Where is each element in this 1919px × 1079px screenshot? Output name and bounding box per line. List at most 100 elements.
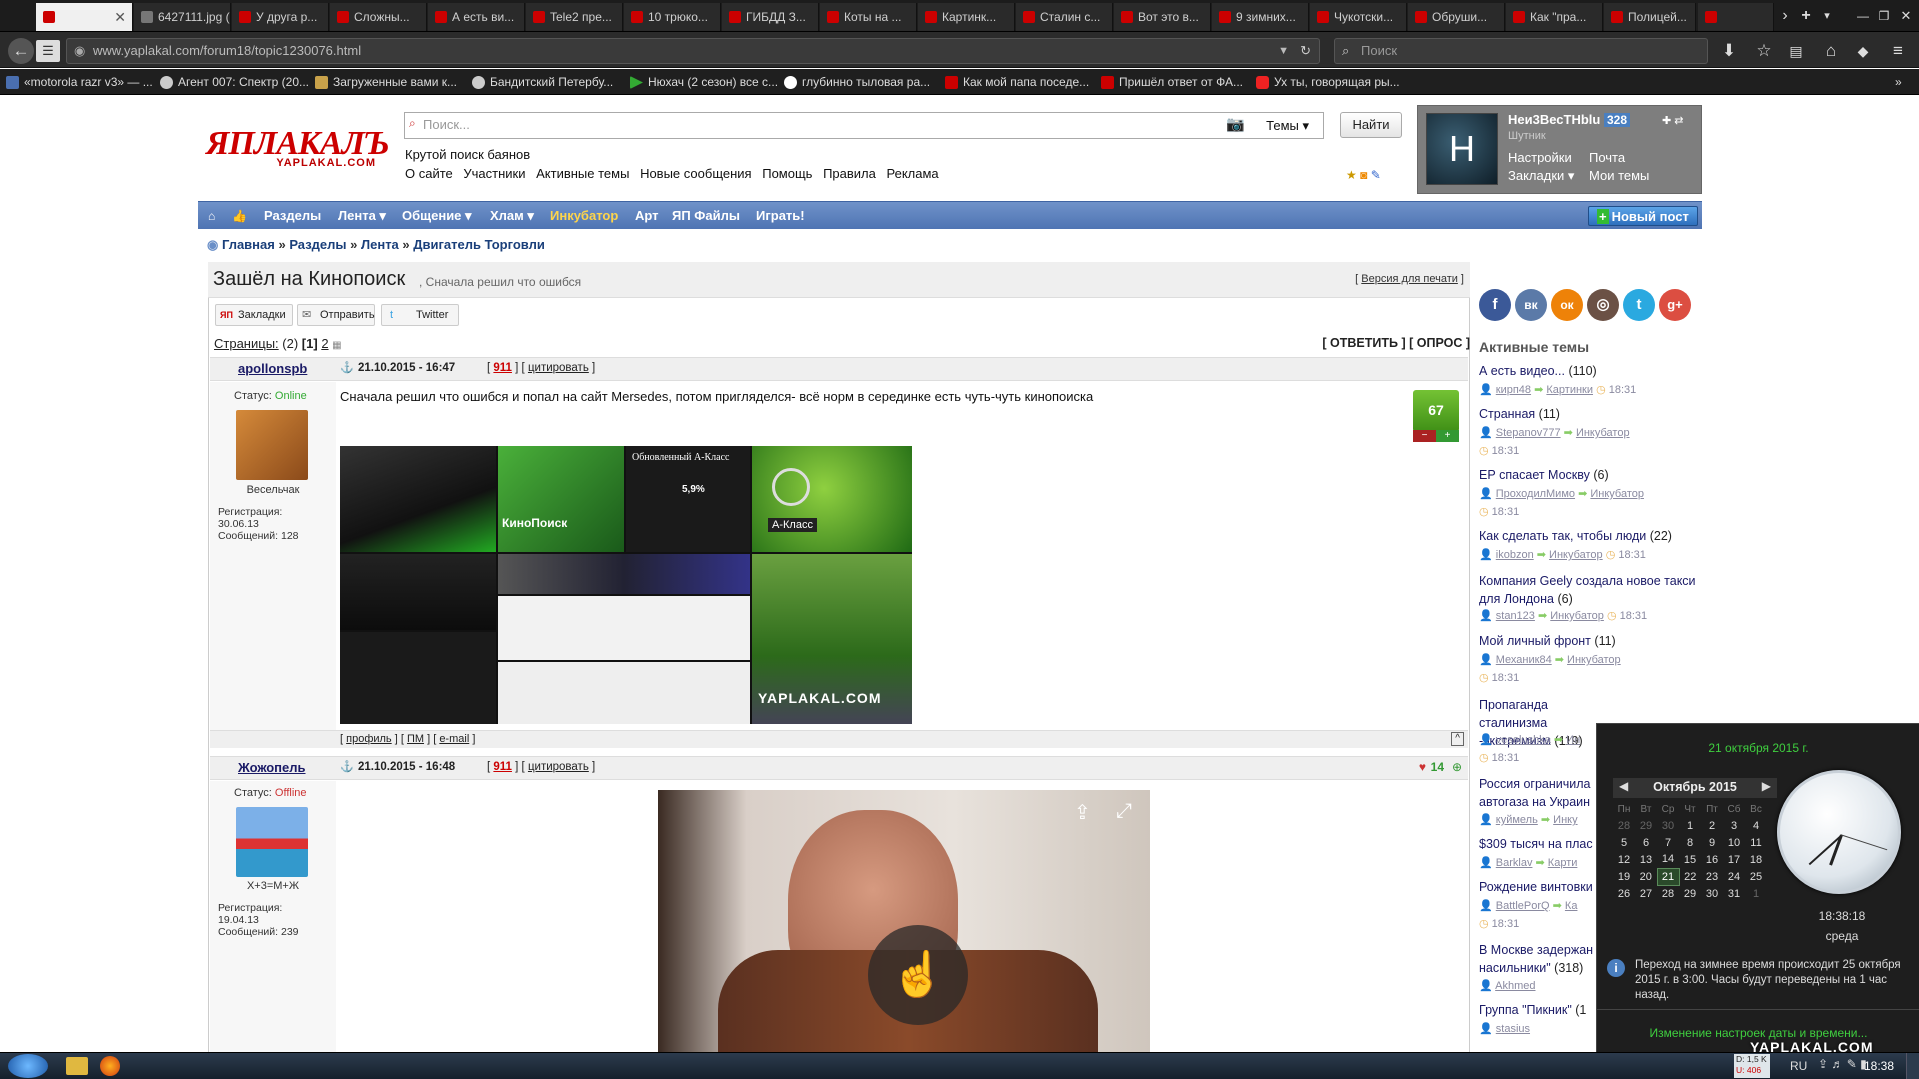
- reply-poll-links[interactable]: [ ОТВЕТИТЬ ] [ ОПРОС ]: [1322, 336, 1470, 350]
- calendar-day[interactable]: 20: [1635, 868, 1657, 885]
- calendar-day[interactable]: 9: [1701, 834, 1723, 851]
- calendar-day[interactable]: 2: [1701, 817, 1723, 834]
- tab[interactable]: Tele2 пре...: [526, 3, 623, 31]
- avatar[interactable]: Н: [1426, 113, 1498, 185]
- dropdown-arrow-icon[interactable]: ▼: [1278, 39, 1289, 63]
- tab-list-icon[interactable]: ▾: [1816, 4, 1838, 28]
- bookmarks-share-button[interactable]: ЯП Закладки: [215, 304, 293, 326]
- tab[interactable]: 6427111.jpg (...: [134, 3, 231, 31]
- calendar-day[interactable]: 30: [1701, 885, 1723, 902]
- change-datetime-link[interactable]: Изменение настроек даты и времени...: [1597, 1026, 1919, 1040]
- menu-junk[interactable]: Хлам ▾: [490, 202, 534, 230]
- active-topic-link[interactable]: Группа "Пикник": [1479, 1003, 1572, 1017]
- bookmark-item[interactable]: Бандитский Петербу...: [472, 73, 613, 91]
- calendar-day[interactable]: 29: [1635, 817, 1657, 834]
- calendar-day[interactable]: 30: [1657, 817, 1679, 834]
- calendar-day[interactable]: 1: [1679, 817, 1701, 834]
- calendar-day[interactable]: 18: [1745, 851, 1767, 868]
- calendar-day[interactable]: 5: [1613, 834, 1635, 851]
- active-topic-link[interactable]: Россия ограничила автогаза на Украин: [1479, 777, 1591, 809]
- profile-link[interactable]: профиль: [346, 733, 392, 745]
- link-help[interactable]: Помощь: [762, 166, 812, 181]
- menu-incubator[interactable]: Инкубатор: [550, 202, 618, 230]
- link-members[interactable]: Участники: [463, 166, 525, 181]
- camera-icon[interactable]: 📷: [1226, 115, 1245, 133]
- calendar-day[interactable]: 24: [1723, 868, 1745, 885]
- breadcrumb-home[interactable]: Главная: [222, 237, 275, 252]
- calendar-day[interactable]: 12: [1613, 851, 1635, 868]
- breadcrumb-category[interactable]: Двигатель Торговли: [413, 237, 545, 252]
- link-about[interactable]: О сайте: [405, 166, 453, 181]
- tab[interactable]: 10 трюко...: [624, 3, 721, 31]
- maximize-icon[interactable]: ❐: [1874, 4, 1894, 28]
- user-avatar[interactable]: [236, 410, 308, 480]
- new-post-button[interactable]: + Новый пост: [1588, 206, 1698, 226]
- share-icon[interactable]: ⇪: [1074, 800, 1091, 825]
- close-window-icon[interactable]: ✕: [1896, 4, 1916, 28]
- tab-scroll-right-icon[interactable]: ›: [1775, 4, 1795, 28]
- bookmark-item[interactable]: Пришёл ответ от ФА...: [1101, 73, 1243, 91]
- next-month-icon[interactable]: ▶: [1762, 779, 1771, 793]
- menu-play[interactable]: Играть!: [756, 202, 805, 230]
- home-icon[interactable]: ⌂: [1820, 40, 1842, 62]
- calendar-day[interactable]: 19: [1613, 868, 1635, 885]
- print-version-link[interactable]: [ Версия для печати ]: [1355, 273, 1464, 285]
- tab[interactable]: Коты на ...: [820, 3, 917, 31]
- calendar-day[interactable]: 29: [1679, 885, 1701, 902]
- link-ads[interactable]: Реклама: [886, 166, 938, 181]
- tab[interactable]: Чукотски...: [1310, 3, 1407, 31]
- breadcrumb-sections[interactable]: Разделы: [289, 237, 346, 252]
- tray-icons[interactable]: ⇪ ♬ ✎ ▮: [1818, 1057, 1867, 1071]
- tab[interactable]: Вот это в...: [1114, 3, 1211, 31]
- calendar-day[interactable]: 1: [1745, 885, 1767, 902]
- pm-link[interactable]: ПМ: [407, 733, 424, 745]
- rate-down-button[interactable]: −: [1413, 430, 1436, 442]
- bookmark-star-icon[interactable]: ☆: [1753, 40, 1775, 62]
- calendar-day[interactable]: 15: [1679, 851, 1701, 868]
- rss-icons[interactable]: ★ ◙ ✎: [1346, 168, 1381, 182]
- back-icon[interactable]: ←: [8, 38, 34, 64]
- firefox-taskbar-icon[interactable]: [100, 1056, 120, 1076]
- active-topic-link[interactable]: Странная: [1479, 407, 1535, 421]
- active-topic-link[interactable]: Компания Geely создала новое такси для Л…: [1479, 574, 1696, 606]
- browser-search-input[interactable]: ⌕ Поиск: [1334, 38, 1708, 64]
- rate-up-icon[interactable]: ⊕: [1452, 760, 1462, 774]
- calendar-day[interactable]: 8: [1679, 834, 1701, 851]
- taskbar-clock[interactable]: 18:38: [1864, 1059, 1894, 1073]
- anchor-icon[interactable]: ⚓: [340, 760, 354, 773]
- site-logo[interactable]: ЯПЛАКАЛЪ YAPLAKAL.COM: [206, 127, 390, 171]
- more-bookmarks-icon[interactable]: »: [1895, 73, 1902, 91]
- menu-art[interactable]: Арт: [635, 202, 659, 230]
- tab[interactable]: У друга р...: [232, 3, 329, 31]
- menu-feed[interactable]: Лента ▾: [338, 202, 386, 230]
- calendar-day[interactable]: 7: [1657, 834, 1679, 851]
- calendar-day[interactable]: 22: [1679, 868, 1701, 885]
- pages-menu-icon[interactable]: ▦: [332, 340, 341, 351]
- play-hand-icon[interactable]: ☝: [868, 925, 968, 1025]
- month-title[interactable]: Октябрь 2015: [1613, 780, 1777, 794]
- mail-link[interactable]: Почта: [1589, 150, 1625, 165]
- active-topic-link[interactable]: Как сделать так, чтобы люди: [1479, 529, 1646, 543]
- bookmarks-link[interactable]: Закладки ▾: [1508, 168, 1574, 184]
- show-desktop-button[interactable]: [1906, 1053, 1919, 1079]
- close-icon[interactable]: ✕: [114, 3, 126, 31]
- tab[interactable]: Картинк...: [918, 3, 1015, 31]
- my-topics-link[interactable]: Мои темы: [1589, 168, 1649, 183]
- post-video[interactable]: ☝ ⇪ ⤢: [658, 790, 1150, 1052]
- calendar-day[interactable]: 14: [1657, 851, 1679, 868]
- calendar-day[interactable]: 4: [1745, 817, 1767, 834]
- long-date[interactable]: 21 октября 2015 г.: [1597, 741, 1919, 755]
- tab[interactable]: Как "пра...: [1506, 3, 1603, 31]
- username[interactable]: Неи3ВесТНblu 328: [1508, 112, 1630, 127]
- active-topic-link[interactable]: Рождение винтовки: [1479, 880, 1593, 894]
- tab-active[interactable]: ✕: [36, 3, 133, 31]
- menu-sections[interactable]: Разделы: [264, 202, 321, 230]
- bookmark-item[interactable]: Загруженные вами к...: [315, 73, 457, 91]
- anchor-icon[interactable]: ⚓: [340, 361, 354, 374]
- calendar-day[interactable]: 10: [1723, 834, 1745, 851]
- calendar-day[interactable]: 13: [1635, 851, 1657, 868]
- calendar-day[interactable]: 27: [1635, 885, 1657, 902]
- tab[interactable]: Полицей...: [1604, 3, 1696, 31]
- calendar-day[interactable]: 6: [1635, 834, 1657, 851]
- facebook-icon[interactable]: f: [1479, 289, 1511, 321]
